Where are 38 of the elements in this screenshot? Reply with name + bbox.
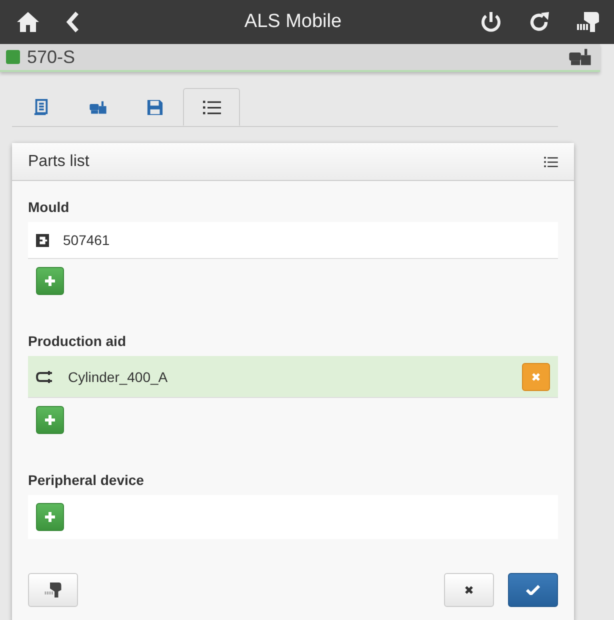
plus-icon	[44, 275, 56, 287]
item-label: Cylinder_400_A	[68, 368, 168, 384]
section-title: Peripheral device	[28, 472, 145, 488]
confirm-button[interactable]	[508, 573, 558, 607]
add-button[interactable]	[36, 503, 64, 531]
app-title: ALS Mobile	[244, 11, 342, 33]
panel-title: Parts list	[28, 152, 90, 170]
document-icon	[32, 98, 50, 116]
cylinder-icon	[36, 370, 54, 382]
home-icon[interactable]	[16, 11, 40, 33]
close-icon	[531, 372, 541, 382]
list-icon	[544, 156, 558, 168]
scanner-icon[interactable]	[576, 10, 600, 34]
plus-icon	[44, 511, 56, 523]
save-icon	[146, 98, 164, 116]
list-row[interactable]: Cylinder_400_A	[28, 356, 558, 398]
section-title: Mould	[28, 199, 70, 215]
item-label: 507461	[63, 232, 110, 248]
machine-name: 570-S	[27, 46, 76, 68]
cancel-button[interactable]	[444, 573, 494, 607]
power-icon[interactable]	[480, 11, 502, 33]
list-icon	[202, 98, 220, 116]
back-icon[interactable]	[66, 11, 80, 33]
add-button[interactable]	[36, 406, 64, 434]
check-icon	[526, 585, 540, 595]
mould-icon	[36, 234, 49, 246]
machine-icon	[88, 98, 106, 116]
tab[interactable]	[183, 88, 240, 126]
plus-icon	[44, 414, 56, 426]
machine-icon	[568, 48, 592, 66]
close-icon	[464, 585, 474, 595]
add-button[interactable]	[36, 267, 64, 295]
scan-button[interactable]	[28, 573, 78, 607]
refresh-icon[interactable]	[528, 11, 550, 33]
scanner-icon	[44, 581, 62, 599]
list-row[interactable]: 507461	[28, 222, 558, 259]
section-title: Production aid	[28, 333, 127, 349]
remove-button[interactable]	[522, 362, 550, 390]
